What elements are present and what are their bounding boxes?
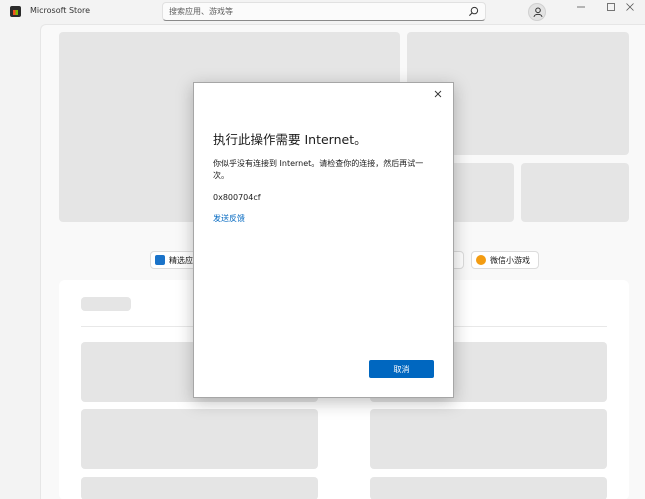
close-icon [626, 3, 634, 11]
error-code: 0x800704cf [213, 193, 261, 202]
minimize-button[interactable] [566, 0, 596, 14]
dialog-close-button[interactable] [431, 87, 445, 101]
card-placeholder [370, 409, 607, 469]
error-dialog: 执行此操作需要 Internet。 你似乎没有连接到 Internet。请检查你… [193, 82, 454, 398]
tile-placeholder [521, 163, 629, 222]
minimize-icon [577, 6, 585, 8]
account-avatar[interactable] [528, 3, 546, 21]
section-heading-placeholder [81, 297, 131, 311]
search-box[interactable] [162, 2, 486, 21]
star-icon [155, 255, 165, 265]
app-title: Microsoft Store [30, 6, 91, 15]
user-icon [533, 7, 543, 18]
card-placeholder [81, 409, 318, 469]
game-icon [476, 255, 486, 265]
chip-wechat-games[interactable]: 微信小游戏 [471, 251, 539, 269]
dialog-message: 你似乎没有连接到 Internet。请检查你的连接，然后再试一次。 [213, 159, 424, 180]
send-feedback-link[interactable]: 发送反馈 [213, 213, 245, 224]
card-placeholder [81, 477, 318, 499]
cancel-button[interactable]: 取消 [369, 360, 434, 378]
search-icon[interactable] [468, 6, 479, 17]
close-icon [434, 90, 442, 98]
close-window-button[interactable] [615, 0, 645, 14]
dialog-title: 执行此操作需要 Internet。 [213, 132, 367, 147]
chip-label: 精选应 [169, 255, 193, 265]
store-icon [10, 6, 21, 17]
search-input[interactable] [169, 5, 459, 18]
card-placeholder [370, 477, 607, 499]
title-bar: Microsoft Store [0, 0, 645, 24]
chip-label: 微信小游戏 [490, 255, 530, 265]
